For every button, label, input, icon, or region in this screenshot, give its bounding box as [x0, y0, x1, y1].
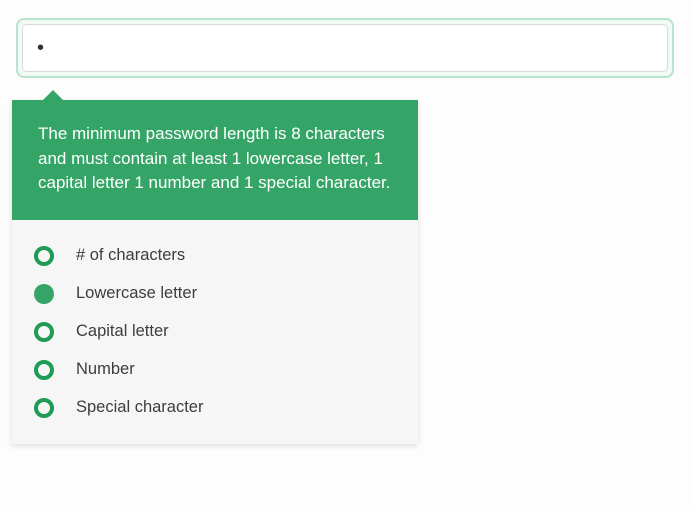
tooltip-description: The minimum password length is 8 charact…: [12, 100, 418, 220]
requirement-item: # of characters: [34, 246, 396, 266]
requirement-label: # of characters: [76, 246, 185, 265]
password-input-wrapper: [16, 18, 674, 78]
requirement-item: Special character: [34, 398, 396, 418]
requirement-label: Capital letter: [76, 322, 169, 341]
status-unmet-icon: [34, 398, 54, 418]
requirement-label: Lowercase letter: [76, 284, 197, 303]
requirements-list: # of characters Lowercase letter Capital…: [12, 220, 418, 444]
tooltip-arrow-icon: [42, 90, 64, 101]
status-unmet-icon: [34, 322, 54, 342]
status-unmet-icon: [34, 360, 54, 380]
password-input[interactable]: [22, 24, 668, 72]
status-unmet-icon: [34, 246, 54, 266]
requirement-item: Number: [34, 360, 396, 380]
requirement-item: Lowercase letter: [34, 284, 396, 304]
requirement-label: Special character: [76, 398, 203, 417]
password-requirements-tooltip: The minimum password length is 8 charact…: [12, 100, 418, 444]
status-met-icon: [34, 284, 54, 304]
requirement-label: Number: [76, 360, 135, 379]
requirement-item: Capital letter: [34, 322, 396, 342]
